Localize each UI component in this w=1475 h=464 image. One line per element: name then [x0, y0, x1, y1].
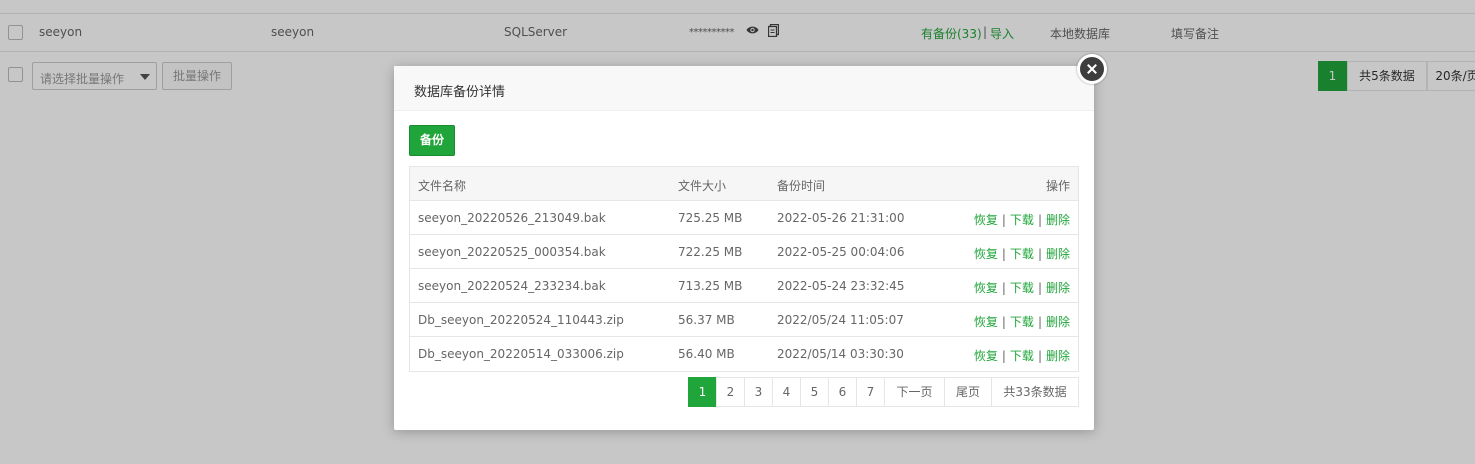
row-actions: 恢复 | 下载 | 删除: [974, 211, 1070, 228]
backup-time: 2022/05/24 11:05:07: [777, 313, 904, 327]
file-name: Db_seeyon_20220514_033006.zip: [418, 347, 624, 361]
restore-link[interactable]: 恢复: [974, 315, 998, 329]
page-6-button[interactable]: 6: [828, 377, 857, 407]
backup-time: 2022/05/14 03:30:30: [777, 347, 904, 361]
delete-link[interactable]: 删除: [1046, 281, 1070, 295]
file-size: 713.25 MB: [678, 279, 743, 293]
restore-link[interactable]: 恢复: [974, 349, 998, 363]
download-link[interactable]: 下载: [1010, 349, 1034, 363]
backup-table: 文件名称 文件大小 备份时间 操作 seeyon_20220526_213049…: [409, 166, 1079, 372]
col-actions: 操作: [1045, 179, 1070, 193]
action-separator: |: [1037, 247, 1042, 261]
table-row: seeyon_20220526_213049.bak 725.25 MB 2022-…: [410, 201, 1078, 235]
download-link[interactable]: 下载: [1010, 315, 1034, 329]
action-separator: |: [1001, 281, 1006, 295]
restore-link[interactable]: 恢复: [974, 247, 998, 261]
action-separator: |: [1037, 349, 1042, 363]
file-size: 56.37 MB: [678, 313, 735, 327]
action-separator: |: [1001, 213, 1006, 227]
page-1-button[interactable]: 1: [688, 377, 717, 407]
table-row: Db_seeyon_20220514_033006.zip 56.40 MB 202…: [410, 337, 1078, 371]
file-size: 722.25 MB: [678, 245, 743, 259]
dialog-header: 数据库备份详情: [394, 66, 1094, 111]
page-2-button[interactable]: 2: [716, 377, 745, 407]
restore-link[interactable]: 恢复: [974, 213, 998, 227]
download-link[interactable]: 下载: [1010, 247, 1034, 261]
backup-time: 2022-05-24 23:32:45: [777, 279, 905, 293]
page-3-button[interactable]: 3: [744, 377, 773, 407]
file-name: Db_seeyon_20220524_110443.zip: [418, 313, 624, 327]
delete-link[interactable]: 删除: [1046, 247, 1070, 261]
backup-time: 2022-05-25 00:04:06: [777, 245, 905, 259]
action-separator: |: [1037, 281, 1042, 295]
row-actions: 恢复 | 下载 | 删除: [974, 279, 1070, 296]
action-separator: |: [1037, 213, 1042, 227]
backup-details-dialog: 数据库备份详情 备份 文件名称 文件大小 备份时间 操作 seeyon_2022…: [394, 54, 1107, 430]
col-backup-time: 备份时间: [777, 179, 826, 193]
backup-time: 2022-05-26 21:31:00: [777, 211, 905, 225]
delete-link[interactable]: 删除: [1046, 315, 1070, 329]
action-separator: |: [1001, 349, 1006, 363]
delete-link[interactable]: 删除: [1046, 349, 1070, 363]
action-separator: |: [1001, 247, 1006, 261]
col-file-name: 文件名称: [418, 179, 467, 193]
file-name: seeyon_20220525_000354.bak: [418, 245, 606, 259]
restore-link[interactable]: 恢复: [974, 281, 998, 295]
page-5-button[interactable]: 5: [800, 377, 829, 407]
download-link[interactable]: 下载: [1010, 281, 1034, 295]
file-size: 56.40 MB: [678, 347, 735, 361]
row-actions: 恢复 | 下载 | 删除: [974, 313, 1070, 330]
col-file-size: 文件大小: [678, 179, 727, 193]
table-row: Db_seeyon_20220524_110443.zip 56.37 MB 202…: [410, 303, 1078, 337]
row-actions: 恢复 | 下载 | 删除: [974, 347, 1070, 364]
page-7-button[interactable]: 7: [856, 377, 885, 407]
file-name: seeyon_20220524_233234.bak: [418, 279, 606, 293]
action-separator: |: [1001, 315, 1006, 329]
download-link[interactable]: 下载: [1010, 213, 1034, 227]
dialog-title: 数据库备份详情: [414, 85, 506, 100]
table-row: seeyon_20220525_000354.bak 722.25 MB 2022-…: [410, 235, 1078, 269]
table-header: 文件名称 文件大小 备份时间 操作: [410, 167, 1078, 201]
page-4-button[interactable]: 4: [772, 377, 801, 407]
row-actions: 恢复 | 下载 | 删除: [974, 245, 1070, 262]
file-name: seeyon_20220526_213049.bak: [418, 211, 606, 225]
next-page-button[interactable]: 下一页: [884, 377, 945, 407]
last-page-button[interactable]: 尾页: [944, 377, 992, 407]
close-icon[interactable]: [1077, 54, 1107, 84]
table-row: seeyon_20220524_233234.bak 713.25 MB 2022-…: [410, 269, 1078, 303]
delete-link[interactable]: 删除: [1046, 213, 1070, 227]
action-separator: |: [1037, 315, 1042, 329]
total-count: 共33条数据: [991, 377, 1079, 407]
backup-button[interactable]: 备份: [409, 125, 455, 156]
file-size: 725.25 MB: [678, 211, 743, 225]
